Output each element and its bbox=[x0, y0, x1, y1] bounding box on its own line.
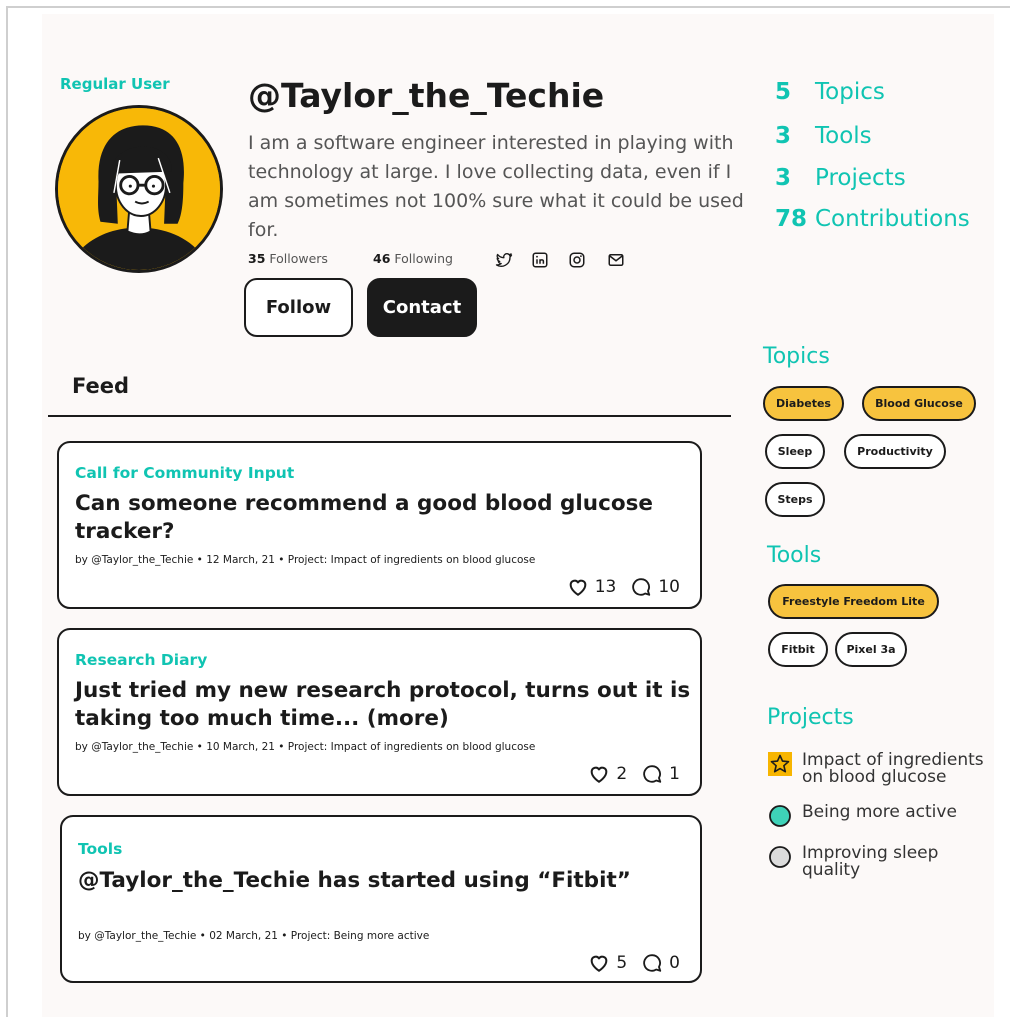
project-item[interactable]: Impact of ingredients on blood glucose bbox=[768, 752, 984, 786]
following-count: 46 bbox=[373, 251, 391, 266]
topics-heading: Topics bbox=[763, 344, 830, 369]
comment-icon bbox=[643, 765, 662, 783]
like-button[interactable]: 5 bbox=[588, 952, 627, 974]
comment-icon bbox=[643, 954, 662, 972]
followers-count: 35 bbox=[248, 251, 266, 266]
topic-chip[interactable]: Blood Glucose bbox=[862, 386, 976, 421]
comment-icon bbox=[632, 578, 651, 596]
following-stat[interactable]: 46 Following bbox=[373, 251, 453, 266]
like-count: 5 bbox=[616, 953, 628, 973]
comment-count: 0 bbox=[669, 953, 680, 973]
feed-post[interactable]: Research Diary Just tried my new researc… bbox=[57, 628, 702, 796]
post-actions: 2 1 bbox=[574, 763, 680, 785]
like-count: 2 bbox=[616, 764, 628, 784]
post-actions: 13 10 bbox=[553, 576, 680, 598]
twitter-icon[interactable] bbox=[495, 251, 513, 269]
post-meta: by @Taylor_the_Techie • 10 March, 21 • P… bbox=[75, 741, 536, 753]
comment-button[interactable]: 1 bbox=[641, 763, 680, 785]
post-meta: by @Taylor_the_Techie • 12 March, 21 • P… bbox=[75, 554, 536, 566]
heart-icon bbox=[591, 955, 608, 972]
topic-chip[interactable]: Productivity bbox=[844, 434, 946, 469]
teal-circle-icon bbox=[768, 804, 792, 828]
like-count: 13 bbox=[594, 577, 617, 597]
project-item[interactable]: Being more active bbox=[768, 804, 957, 828]
project-label: Being more active bbox=[802, 802, 957, 822]
count-tools-number: 3 bbox=[775, 123, 792, 149]
post-actions: 5 0 bbox=[574, 952, 680, 974]
linkedin-icon[interactable] bbox=[531, 251, 549, 269]
count-projects[interactable]: 3 Projects bbox=[775, 165, 906, 191]
heart-icon bbox=[591, 766, 608, 783]
project-label: Improving sleep quality bbox=[802, 845, 938, 879]
followers-label: Followers bbox=[269, 251, 328, 266]
instagram-icon[interactable] bbox=[568, 251, 586, 269]
count-contributions-number: 78 bbox=[775, 206, 808, 232]
like-button[interactable]: 13 bbox=[567, 576, 617, 598]
followers-stat[interactable]: 35 Followers bbox=[248, 251, 328, 266]
post-category: Tools bbox=[78, 840, 123, 858]
comment-count: 1 bbox=[669, 764, 680, 784]
heart-icon bbox=[569, 579, 587, 596]
contact-button[interactable]: Contact bbox=[367, 278, 477, 337]
mail-icon[interactable] bbox=[607, 251, 625, 269]
avatar bbox=[55, 105, 223, 273]
post-meta: by @Taylor_the_Techie • 02 March, 21 • P… bbox=[78, 930, 430, 942]
star-icon bbox=[768, 752, 792, 776]
tool-chip[interactable]: Freestyle Freedom Lite bbox=[768, 584, 939, 619]
topic-chip[interactable]: Sleep bbox=[765, 434, 825, 469]
feed-post[interactable]: Tools @Taylor_the_Techie has started usi… bbox=[60, 815, 702, 983]
post-category: Research Diary bbox=[75, 651, 208, 669]
project-label: Impact of ingredients on blood glucose bbox=[802, 752, 984, 786]
follow-button[interactable]: Follow bbox=[244, 278, 353, 337]
topic-chip[interactable]: Diabetes bbox=[763, 386, 844, 421]
profile-bio: I am a software engineer interested in p… bbox=[248, 132, 744, 241]
topic-chip[interactable]: Steps bbox=[765, 482, 825, 517]
comment-button[interactable]: 0 bbox=[641, 952, 680, 974]
project-label-line: quality bbox=[802, 860, 861, 880]
count-topics-label: Topics bbox=[815, 79, 885, 105]
project-item[interactable]: Improving sleep quality bbox=[768, 845, 938, 879]
gray-circle-icon bbox=[768, 845, 792, 869]
tool-chip[interactable]: Fitbit bbox=[768, 632, 828, 667]
post-category: Call for Community Input bbox=[75, 464, 295, 482]
projects-heading: Projects bbox=[767, 705, 854, 730]
count-topics[interactable]: 5 Topics bbox=[775, 79, 885, 105]
tools-heading: Tools bbox=[767, 543, 822, 568]
comment-button[interactable]: 10 bbox=[630, 576, 680, 598]
project-label-line: on blood glucose bbox=[802, 767, 947, 787]
count-topics-number: 5 bbox=[775, 79, 792, 105]
count-projects-label: Projects bbox=[815, 165, 906, 191]
following-label: Following bbox=[394, 251, 453, 266]
tool-chip[interactable]: Pixel 3a bbox=[835, 632, 907, 667]
feed-title: Feed bbox=[72, 374, 130, 398]
post-title[interactable]: @Taylor_the_Techie has started using “Fi… bbox=[78, 867, 698, 895]
profile-username: @Taylor_the_Techie bbox=[248, 76, 605, 115]
feed-post[interactable]: Call for Community Input Can someone rec… bbox=[57, 441, 702, 609]
count-projects-number: 3 bbox=[775, 165, 792, 191]
user-role-label: Regular User bbox=[60, 75, 170, 93]
comment-count: 10 bbox=[658, 577, 680, 597]
post-title[interactable]: Just tried my new research protocol, tur… bbox=[75, 677, 695, 733]
feed-divider bbox=[48, 415, 731, 417]
count-contributions[interactable]: 78 Contributions bbox=[775, 206, 970, 232]
count-contributions-label: Contributions bbox=[815, 206, 970, 232]
like-button[interactable]: 2 bbox=[588, 763, 627, 785]
count-tools-label: Tools bbox=[815, 123, 872, 149]
count-tools[interactable]: 3 Tools bbox=[775, 123, 872, 149]
post-title[interactable]: Can someone recommend a good blood gluco… bbox=[75, 490, 695, 546]
